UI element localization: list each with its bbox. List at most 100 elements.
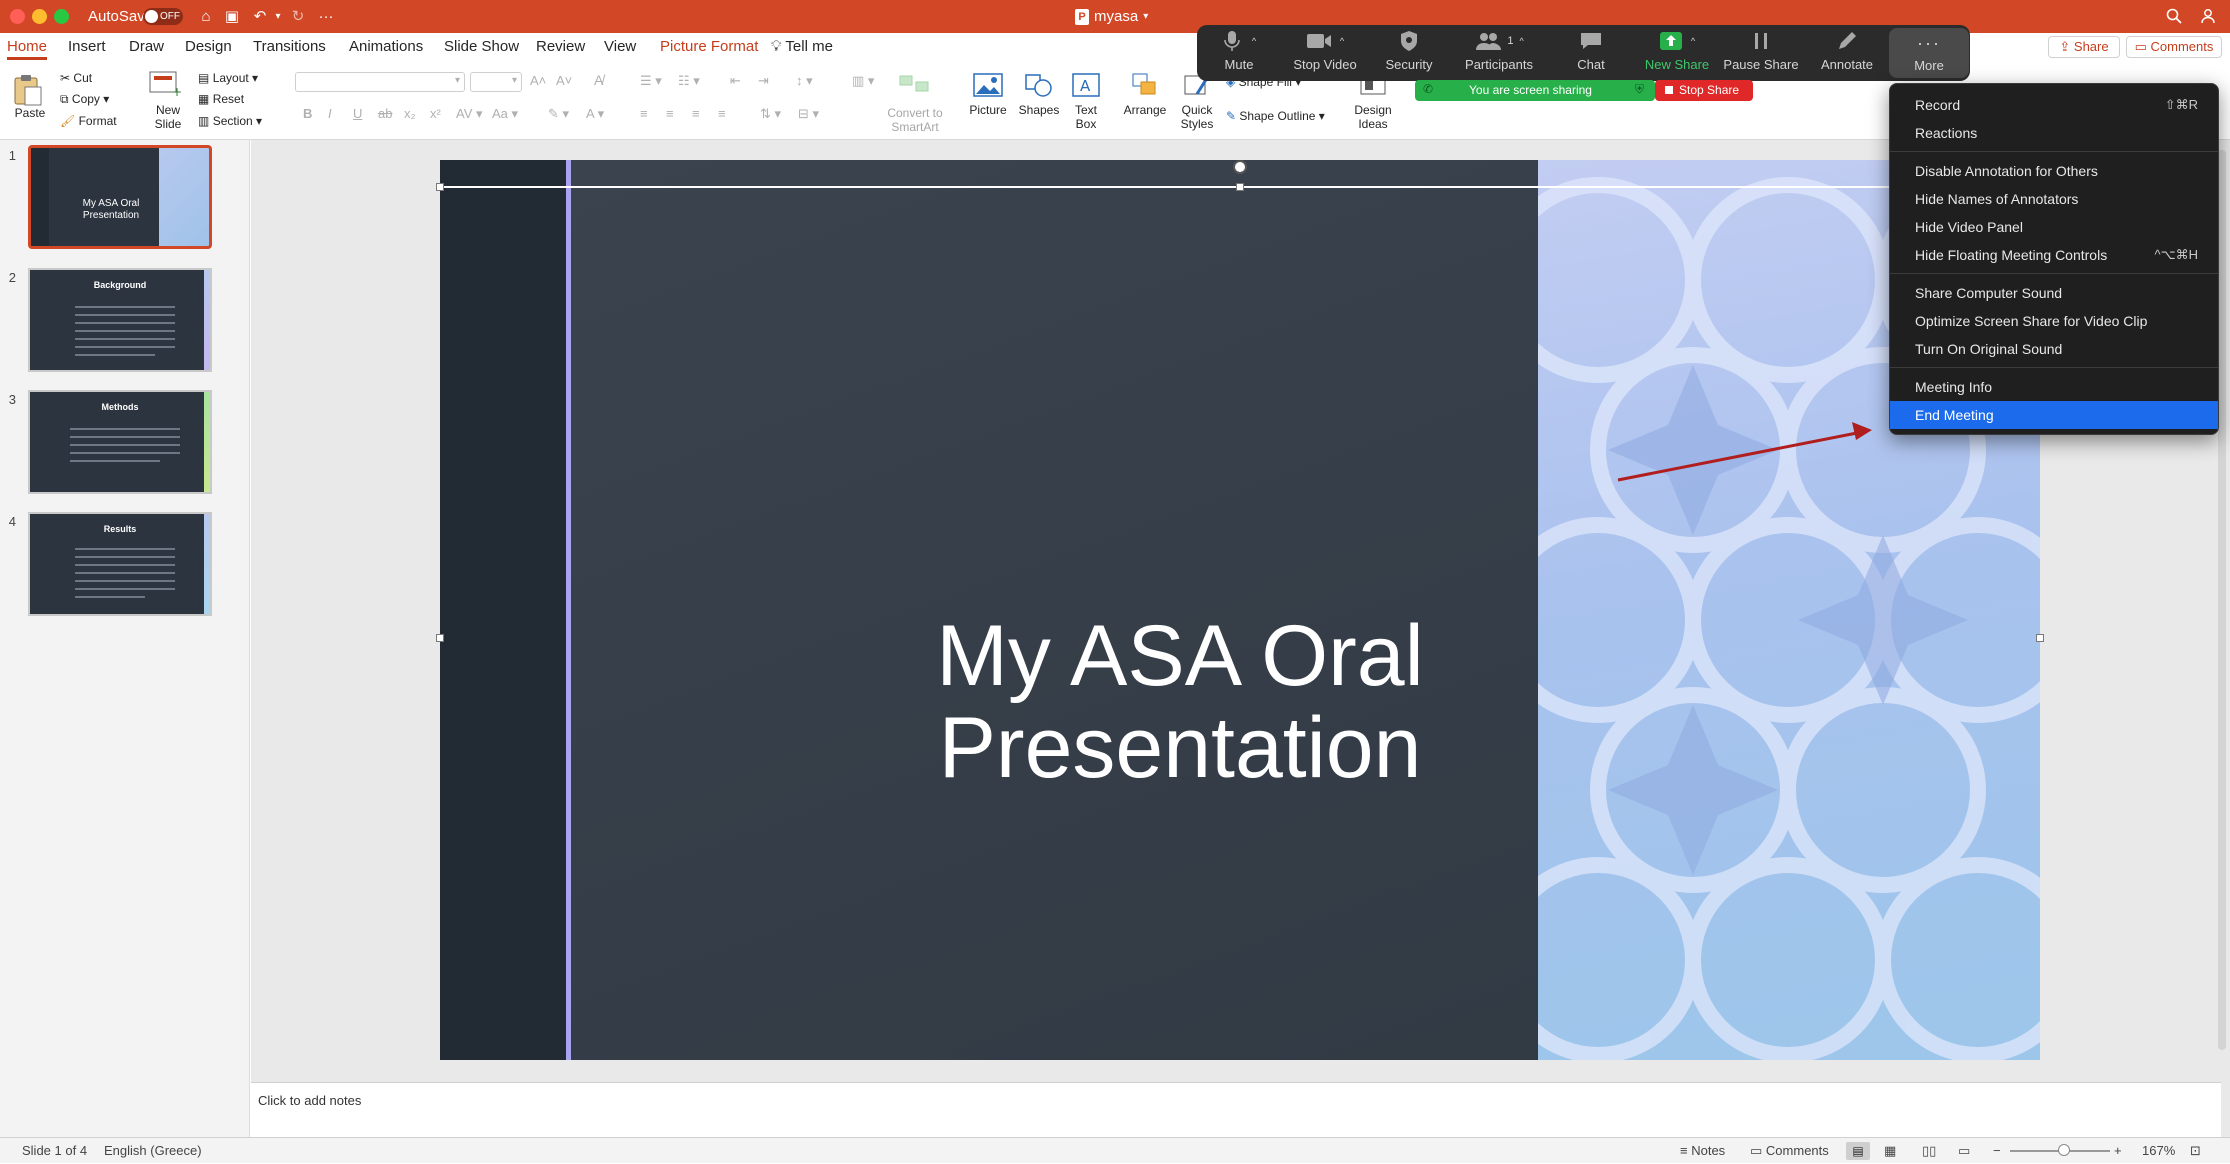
redo-icon[interactable]: ↻: [288, 6, 308, 26]
font-size-dropdown[interactable]: ▾: [470, 72, 522, 92]
bold-icon[interactable]: B: [303, 106, 312, 121]
pause-share-button[interactable]: Pause Share: [1721, 25, 1801, 81]
chat-button[interactable]: Chat: [1551, 25, 1631, 81]
clear-format-icon[interactable]: A̸: [594, 72, 603, 88]
increase-font-icon[interactable]: A˄: [530, 73, 546, 88]
align-left-icon[interactable]: ≡: [640, 106, 648, 121]
tell-me-search[interactable]: 💡︎ Tell me: [771, 33, 833, 60]
editor-scrollbar[interactable]: [2218, 150, 2226, 1050]
document-title[interactable]: P myasa ▾: [1075, 0, 1148, 33]
tab-transitions[interactable]: Transitions: [253, 33, 326, 60]
comments-button[interactable]: ▭ Comments: [2126, 36, 2222, 58]
tab-slide-show[interactable]: Slide Show: [444, 33, 519, 60]
reading-view-icon[interactable]: ▯▯: [1922, 1138, 1936, 1164]
layout-button[interactable]: ▤ Layout ▾: [198, 70, 258, 86]
screen-sharing-banner[interactable]: ✆ You are screen sharing ⛨: [1415, 80, 1655, 101]
quick-styles-button[interactable]: Quick Styles: [1174, 72, 1220, 138]
reset-button[interactable]: ▦ Reset: [198, 91, 244, 107]
fit-slide-icon[interactable]: ⊡: [2190, 1138, 2201, 1164]
tab-home[interactable]: Home: [7, 33, 48, 60]
line-spacing-icon[interactable]: ↕ ▾: [796, 73, 813, 89]
menu-item-optimize-video-clip[interactable]: Optimize Screen Share for Video Clip: [1890, 307, 2218, 335]
mute-button[interactable]: ^ Mute: [1199, 25, 1279, 81]
minimize-window-button[interactable]: [32, 9, 47, 24]
search-icon[interactable]: [2164, 6, 2184, 26]
more-button[interactable]: ··· More: [1889, 28, 1969, 78]
save-icon[interactable]: ▣: [222, 6, 242, 26]
menu-item-meeting-info[interactable]: Meeting Info: [1890, 373, 2218, 401]
zoom-out-icon[interactable]: −: [1993, 1138, 2001, 1164]
decrease-font-icon[interactable]: A˅: [556, 73, 572, 88]
zoom-window-button[interactable]: [54, 9, 69, 24]
tab-review[interactable]: Review: [536, 33, 585, 60]
picture-button[interactable]: Picture: [965, 72, 1011, 138]
tab-picture-format[interactable]: Picture Format: [660, 33, 758, 60]
close-window-button[interactable]: [10, 9, 25, 24]
undo-dropdown-icon[interactable]: ▾: [268, 6, 288, 26]
menu-item-reactions[interactable]: Reactions: [1890, 119, 2218, 147]
tab-animations[interactable]: Animations: [349, 33, 423, 60]
menu-item-hide-annotator-names[interactable]: Hide Names of Annotators: [1890, 185, 2218, 213]
language-indicator[interactable]: English (Greece): [104, 1138, 202, 1164]
slide-sorter-icon[interactable]: ▦: [1884, 1138, 1896, 1164]
menu-item-share-computer-sound[interactable]: Share Computer Sound: [1890, 279, 2218, 307]
tab-design[interactable]: Design: [185, 33, 232, 60]
strikethrough-icon[interactable]: ab: [378, 106, 392, 121]
align-text-icon[interactable]: ⊟ ▾: [798, 106, 819, 122]
new-slide-button[interactable]: + New Slide: [148, 68, 188, 138]
account-icon[interactable]: [2198, 6, 2218, 26]
slide-title[interactable]: My ASA Oral Presentation: [880, 610, 1480, 794]
new-share-button[interactable]: ^ New Share: [1637, 25, 1717, 81]
stop-share-button[interactable]: Stop Share: [1655, 80, 1753, 101]
text-box-button[interactable]: A Text Box: [1066, 72, 1106, 138]
slide-thumbnail-2[interactable]: Background: [28, 268, 212, 372]
security-button[interactable]: Security: [1369, 25, 1449, 81]
tab-insert[interactable]: Insert: [68, 33, 106, 60]
participants-button[interactable]: 1 ^ Participants: [1453, 25, 1545, 81]
justify-icon[interactable]: ≡: [718, 106, 726, 121]
shapes-button[interactable]: Shapes: [1016, 72, 1062, 138]
menu-item-disable-annotation[interactable]: Disable Annotation for Others: [1890, 157, 2218, 185]
notes-toggle[interactable]: ≡ Notes: [1680, 1138, 1725, 1164]
convert-smartart-button[interactable]: [880, 72, 950, 102]
menu-item-hide-video-panel[interactable]: Hide Video Panel: [1890, 213, 2218, 241]
resize-handle[interactable]: [2036, 634, 2044, 642]
tab-view[interactable]: View: [604, 33, 636, 60]
slide-thumbnail-1[interactable]: My ASA Oral Presentation: [28, 145, 212, 249]
align-right-icon[interactable]: ≡: [692, 106, 700, 121]
shape-outline-button[interactable]: ✎ Shape Outline ▾: [1226, 108, 1325, 124]
normal-view-icon[interactable]: ▤: [1846, 1142, 1870, 1160]
arrange-button[interactable]: Arrange: [1120, 72, 1170, 138]
autosave-toggle[interactable]: OFF: [143, 8, 183, 25]
undo-icon[interactable]: ↶: [250, 6, 270, 26]
menu-item-original-sound[interactable]: Turn On Original Sound: [1890, 335, 2218, 363]
slide-thumbnail-3[interactable]: Methods: [28, 390, 212, 494]
zoom-level[interactable]: 167%: [2142, 1138, 2175, 1164]
superscript-icon[interactable]: x²: [430, 106, 441, 121]
columns-icon[interactable]: ▥ ▾: [852, 73, 874, 89]
cut-button[interactable]: ✂ Cut: [60, 70, 92, 86]
underline-icon[interactable]: U: [353, 106, 362, 121]
resize-handle[interactable]: [1236, 183, 1244, 191]
menu-item-hide-floating-controls[interactable]: Hide Floating Meeting Controls ^⌥⌘H: [1890, 241, 2218, 269]
section-button[interactable]: ▥ Section ▾: [198, 113, 262, 129]
text-direction-icon[interactable]: ⇅ ▾: [760, 106, 781, 122]
resize-handle[interactable]: [436, 634, 444, 642]
zoom-slider-thumb[interactable]: [2058, 1144, 2070, 1156]
slide-canvas[interactable]: My ASA Oral Presentation: [440, 160, 2040, 1060]
numbering-icon[interactable]: ☷ ▾: [678, 73, 700, 89]
home-icon[interactable]: ⌂: [196, 6, 216, 26]
share-button[interactable]: ⇪ Share: [2048, 36, 2120, 58]
notes-pane[interactable]: Click to add notes: [251, 1082, 2221, 1137]
highlight-icon[interactable]: ✎ ▾: [548, 106, 569, 122]
font-name-dropdown[interactable]: ▾: [295, 72, 465, 92]
change-case-icon[interactable]: Aa ▾: [492, 106, 518, 122]
slideshow-view-icon[interactable]: ▭: [1958, 1138, 1970, 1164]
character-spacing-icon[interactable]: AV ▾: [456, 106, 483, 122]
bullets-icon[interactable]: ☰ ▾: [640, 73, 662, 89]
zoom-in-icon[interactable]: +: [2114, 1138, 2122, 1164]
font-color-icon[interactable]: A ▾: [586, 106, 604, 122]
resize-handle[interactable]: [436, 183, 444, 191]
decrease-indent-icon[interactable]: ⇤: [730, 73, 741, 89]
design-ideas-button[interactable]: Design Ideas: [1350, 72, 1396, 138]
